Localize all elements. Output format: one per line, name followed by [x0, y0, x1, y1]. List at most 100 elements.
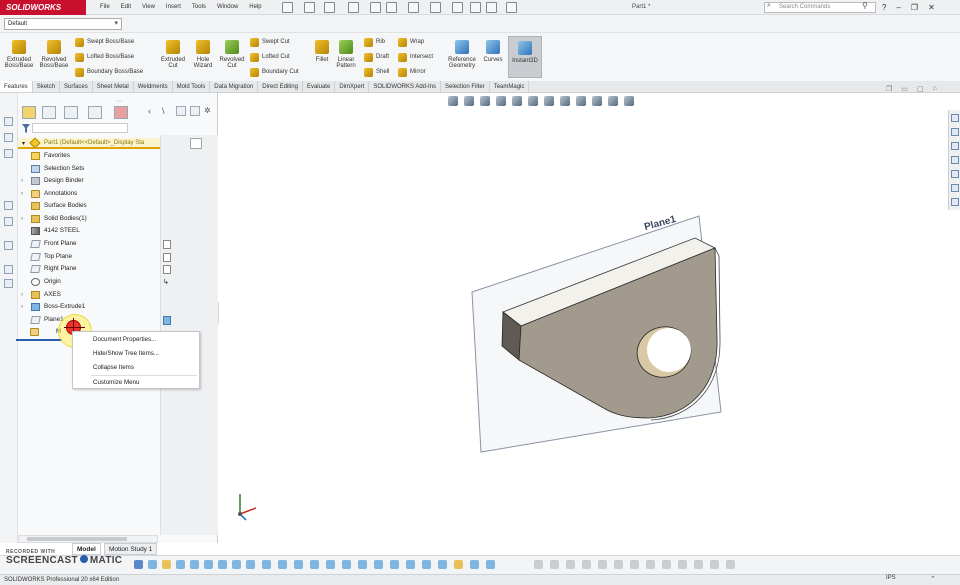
split-entities-icon[interactable]: [678, 560, 687, 569]
tab-dimxpert[interactable]: DimXpert: [335, 81, 370, 92]
lofted-boss-button[interactable]: Lofted Boss/Base: [75, 52, 143, 62]
close-icon[interactable]: ✕: [928, 0, 935, 15]
menu-view[interactable]: View: [142, 0, 155, 15]
tool-icon[interactable]: [4, 279, 13, 288]
offset-icon[interactable]: [294, 560, 303, 569]
extend-icon[interactable]: [342, 560, 351, 569]
zoom-to-area-icon[interactable]: [464, 96, 474, 106]
dynamic-annotation-icon[interactable]: [512, 96, 522, 106]
menu-item-collapse-items[interactable]: Collapse Items: [73, 361, 199, 374]
view-cube-icon[interactable]: [176, 106, 186, 116]
minimize-icon[interactable]: –: [896, 0, 900, 15]
tool-icon[interactable]: [4, 241, 13, 250]
plane-visibility-icon[interactable]: [163, 253, 171, 262]
part-model-view[interactable]: [419, 180, 759, 470]
tool-icon[interactable]: [4, 265, 13, 274]
linear-pattern-button[interactable]: Linear Pattern: [332, 40, 360, 69]
home-icon[interactable]: ⌂: [933, 85, 937, 93]
revolved-cut-button[interactable]: Revolved Cut: [216, 40, 248, 69]
custom-properties-icon[interactable]: [951, 184, 959, 192]
design-library-icon[interactable]: [951, 128, 959, 136]
restore-icon[interactable]: ❐: [886, 85, 892, 93]
rectangle-icon[interactable]: [176, 560, 185, 569]
sparkle-icon[interactable]: ✲: [204, 106, 211, 115]
menu-help[interactable]: Help: [249, 0, 261, 15]
polygon-icon[interactable]: [218, 560, 227, 569]
print-options-icon[interactable]: [386, 2, 397, 13]
intersect-button[interactable]: Intersect: [398, 52, 433, 62]
lofted-cut-button[interactable]: Lofted Cut: [250, 52, 299, 62]
display-pane-toggle[interactable]: [190, 138, 202, 149]
tab-selection-filter[interactable]: Selection Filter: [441, 81, 490, 92]
panel-grip-icon[interactable]: ⋯: [116, 98, 122, 105]
feature-tree-tab-icon[interactable]: [22, 106, 36, 119]
tool-icon[interactable]: [4, 117, 13, 126]
arc-icon[interactable]: [204, 560, 213, 569]
circle-icon[interactable]: [190, 560, 199, 569]
display-manager-tab-icon[interactable]: [114, 106, 128, 119]
save-icon[interactable]: [348, 2, 359, 13]
shaded-contours-icon[interactable]: [486, 560, 495, 569]
tab-teammagic[interactable]: TeamMagic: [490, 81, 530, 92]
extruded-boss-button[interactable]: Extruded Boss/Base: [2, 40, 36, 69]
expand-icon[interactable]: ›: [21, 188, 23, 200]
zoom-to-fit-icon[interactable]: [448, 96, 458, 106]
rollback-bar[interactable]: [16, 339, 62, 341]
sketch-line-icon[interactable]: \: [162, 106, 165, 116]
property-manager-tab-icon[interactable]: [42, 106, 56, 119]
conic-icon[interactable]: [662, 560, 671, 569]
traffic-light-icon[interactable]: [452, 2, 463, 13]
menu-edit[interactable]: Edit: [121, 0, 131, 15]
expand-icon[interactable]: ›: [21, 213, 23, 225]
print-icon[interactable]: [370, 2, 381, 13]
view-orientation-icon[interactable]: [528, 96, 538, 106]
reference-geometry-button[interactable]: Reference Geometry: [444, 40, 480, 69]
apply-scene-icon[interactable]: [592, 96, 602, 106]
pin-icon[interactable]: [282, 2, 293, 13]
tab-evaluate[interactable]: Evaluate: [303, 81, 336, 92]
tool-icon[interactable]: [4, 149, 13, 158]
options-gear-icon[interactable]: [486, 2, 497, 13]
maximize-icon[interactable]: ❐: [911, 0, 918, 15]
construction-icon[interactable]: [566, 560, 575, 569]
move-entities-icon[interactable]: [390, 560, 399, 569]
chamfer-icon[interactable]: [278, 560, 287, 569]
chevron-left-icon[interactable]: ‹: [148, 106, 151, 116]
undo-icon[interactable]: [408, 2, 419, 13]
display-style-icon[interactable]: [544, 96, 554, 106]
magnifier-icon[interactable]: ⚲: [862, 1, 868, 10]
centerline-icon[interactable]: [550, 560, 559, 569]
sketch-picture-icon[interactable]: [710, 560, 719, 569]
swept-boss-button[interactable]: Swept Boss/Base: [75, 37, 143, 47]
solidworks-logo[interactable]: SOLIDWORKS: [0, 0, 86, 15]
menu-file[interactable]: File: [100, 0, 110, 15]
expand-icon[interactable]: ›: [21, 289, 23, 301]
draft-button[interactable]: Draft: [364, 52, 389, 62]
unit-system[interactable]: IPS: [886, 575, 896, 581]
edit-appearance-icon[interactable]: [576, 96, 586, 106]
pattern-icon[interactable]: [374, 560, 383, 569]
trim-icon[interactable]: [326, 560, 335, 569]
minimize-icon[interactable]: ▭: [901, 85, 908, 93]
swept-cut-button[interactable]: Swept Cut: [250, 37, 299, 47]
maximize-icon[interactable]: ▢: [917, 85, 924, 93]
tool-icon[interactable]: [4, 217, 13, 226]
configuration-dropdown[interactable]: Default: [4, 18, 122, 30]
relations-icon[interactable]: [406, 560, 415, 569]
parabola-icon[interactable]: [646, 560, 655, 569]
tab-addins[interactable]: SOLIDWORKS Add-Ins: [369, 81, 442, 92]
wrap-button[interactable]: Wrap: [398, 37, 433, 47]
section-view-icon[interactable]: [496, 96, 506, 106]
appearances-icon[interactable]: [951, 170, 959, 178]
tab-sketch[interactable]: Sketch: [33, 81, 61, 92]
rib-button[interactable]: Rib: [364, 37, 389, 47]
smart-dimension-icon[interactable]: [148, 560, 157, 569]
solidworks-resources-icon[interactable]: [951, 114, 959, 122]
forum-icon[interactable]: [951, 198, 959, 206]
repair-sketch-icon[interactable]: [422, 560, 431, 569]
select-arrow-icon[interactable]: [430, 2, 441, 13]
scrollbar-thumb[interactable]: [27, 537, 127, 541]
filter-icon[interactable]: [22, 124, 30, 133]
help-icon[interactable]: ?: [882, 0, 886, 15]
menu-tools[interactable]: Tools: [192, 0, 206, 15]
